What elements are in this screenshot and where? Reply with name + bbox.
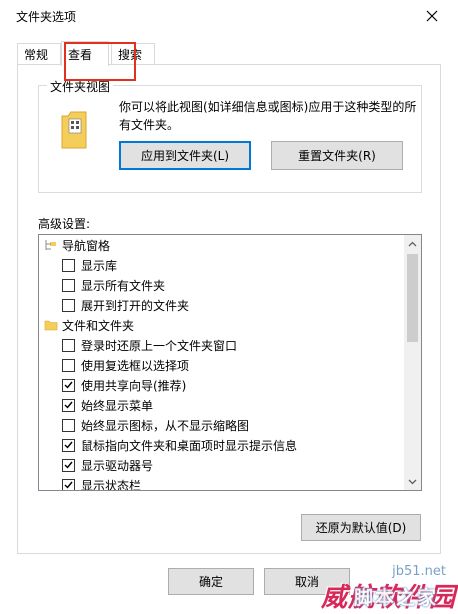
checkbox[interactable] xyxy=(62,438,75,452)
ok-label: 确定 xyxy=(198,575,223,589)
checkmark-icon xyxy=(64,441,73,449)
folder-icon xyxy=(44,320,58,331)
tab-view[interactable]: 查看 xyxy=(61,41,109,66)
tree-item-label: 显示驱动器号 xyxy=(81,458,154,473)
tree-option[interactable]: 显示库 xyxy=(39,255,405,275)
checkmark-icon xyxy=(64,401,73,409)
ok-button[interactable]: 确定 xyxy=(168,568,254,595)
folder-views-group: 文件夹视图 你可以将此视图(如详细信息或图标)应用于这种类型的所有文件夹。 应用… xyxy=(38,78,422,193)
chevron-down-icon xyxy=(408,479,417,484)
tab-search-label: 搜索 xyxy=(118,48,143,62)
cancel-button[interactable]: 取消 xyxy=(264,568,350,595)
checkbox[interactable] xyxy=(62,298,75,312)
vertical-scrollbar[interactable] xyxy=(404,235,421,490)
tree-item-label: 使用复选框以选择项 xyxy=(81,358,190,373)
tree-option[interactable]: 始终显示图标，从不显示缩略图 xyxy=(39,415,405,435)
checkbox[interactable] xyxy=(62,278,75,292)
tree-category[interactable]: 文件和文件夹 xyxy=(39,315,405,335)
advanced-settings-tree[interactable]: 导航窗格显示库显示所有文件夹展开到打开的文件夹文件和文件夹登录时还原上一个文件夹… xyxy=(38,234,422,491)
tree-option[interactable]: 鼠标指向文件夹和桌面项时显示提示信息 xyxy=(39,435,405,455)
checkbox[interactable] xyxy=(62,398,75,412)
checkbox[interactable] xyxy=(62,358,75,372)
tree-option[interactable]: 使用复选框以选择项 xyxy=(39,355,405,375)
view-tab-panel: 文件夹视图 你可以将此视图(如详细信息或图标)应用于这种类型的所有文件夹。 应用… xyxy=(17,64,441,554)
checkbox[interactable] xyxy=(62,478,75,490)
close-icon xyxy=(426,10,438,22)
restore-defaults-button[interactable]: 还原为默认值(D) xyxy=(301,514,421,541)
tree-option[interactable]: 展开到打开的文件夹 xyxy=(39,295,405,315)
tree-item-label: 使用共享向导(推荐) xyxy=(81,378,187,393)
reset-folders-label: 重置文件夹(R) xyxy=(298,149,376,163)
title-bar: 文件夹选项 xyxy=(0,0,458,32)
tree-option[interactable]: 登录时还原上一个文件夹窗口 xyxy=(39,335,405,355)
navigation-pane-icon xyxy=(45,240,56,250)
scroll-thumb[interactable] xyxy=(407,254,418,342)
checkbox[interactable] xyxy=(62,338,75,352)
tree-item-label: 展开到打开的文件夹 xyxy=(81,298,190,313)
tree-option[interactable]: 显示状态栏 xyxy=(39,475,405,490)
tree-item-label: 文件和文件夹 xyxy=(62,318,135,333)
tree-option[interactable]: 显示驱动器号 xyxy=(39,455,405,475)
checkmark-icon xyxy=(64,381,73,389)
checkbox[interactable] xyxy=(62,258,75,272)
tree-item-label: 显示状态栏 xyxy=(81,478,142,491)
tree-option[interactable]: 显示所有文件夹 xyxy=(39,275,405,295)
apply-to-folders-button[interactable]: 应用到文件夹(L) xyxy=(119,141,251,170)
checkbox[interactable] xyxy=(62,418,75,432)
scroll-down-button[interactable] xyxy=(404,473,421,490)
checkmark-icon xyxy=(64,461,73,469)
restore-defaults-label: 还原为默认值(D) xyxy=(315,521,407,535)
tab-general[interactable]: 常规 xyxy=(17,43,61,65)
tree-item-label: 始终显示菜单 xyxy=(81,398,154,413)
tree-item-label: 显示库 xyxy=(81,258,118,273)
folder-views-description: 你可以将此视图(如详细信息或图标)应用于这种类型的所有文件夹。 xyxy=(119,100,417,132)
watermark-sub: 脚本之家 xyxy=(353,587,438,609)
close-button[interactable] xyxy=(414,2,450,30)
tree-item-label: 鼠标指向文件夹和桌面项时显示提示信息 xyxy=(81,438,298,453)
watermark-site: jb51.net xyxy=(392,564,446,579)
window-title: 文件夹选项 xyxy=(16,10,77,24)
tab-view-label: 查看 xyxy=(68,47,93,62)
tree-item-label: 导航窗格 xyxy=(62,238,111,253)
tab-search[interactable]: 搜索 xyxy=(111,43,155,65)
scroll-up-button[interactable] xyxy=(404,235,421,252)
chevron-up-icon xyxy=(408,241,417,246)
tree-category[interactable]: 导航窗格 xyxy=(39,235,405,255)
advanced-settings-list: 导航窗格显示库显示所有文件夹展开到打开的文件夹文件和文件夹登录时还原上一个文件夹… xyxy=(39,235,405,490)
reset-folders-button[interactable]: 重置文件夹(R) xyxy=(271,141,403,170)
checkbox[interactable] xyxy=(62,378,75,392)
folder-view-icon xyxy=(61,111,87,149)
tree-item-label: 显示所有文件夹 xyxy=(81,278,166,293)
tree-option[interactable]: 使用共享向导(推荐) xyxy=(39,375,405,395)
tree-option[interactable]: 始终显示菜单 xyxy=(39,395,405,415)
cancel-label: 取消 xyxy=(294,575,319,589)
checkbox[interactable] xyxy=(62,458,75,472)
folder-views-title: 文件夹视图 xyxy=(47,78,114,95)
apply-to-folders-label: 应用到文件夹(L) xyxy=(140,149,230,163)
tree-item-label: 始终显示图标，从不显示缩略图 xyxy=(81,418,250,433)
advanced-settings-label: 高级设置: xyxy=(38,217,91,231)
tree-item-label: 登录时还原上一个文件夹窗口 xyxy=(81,338,238,353)
checkmark-icon xyxy=(64,481,73,489)
tab-general-label: 常规 xyxy=(24,48,49,62)
